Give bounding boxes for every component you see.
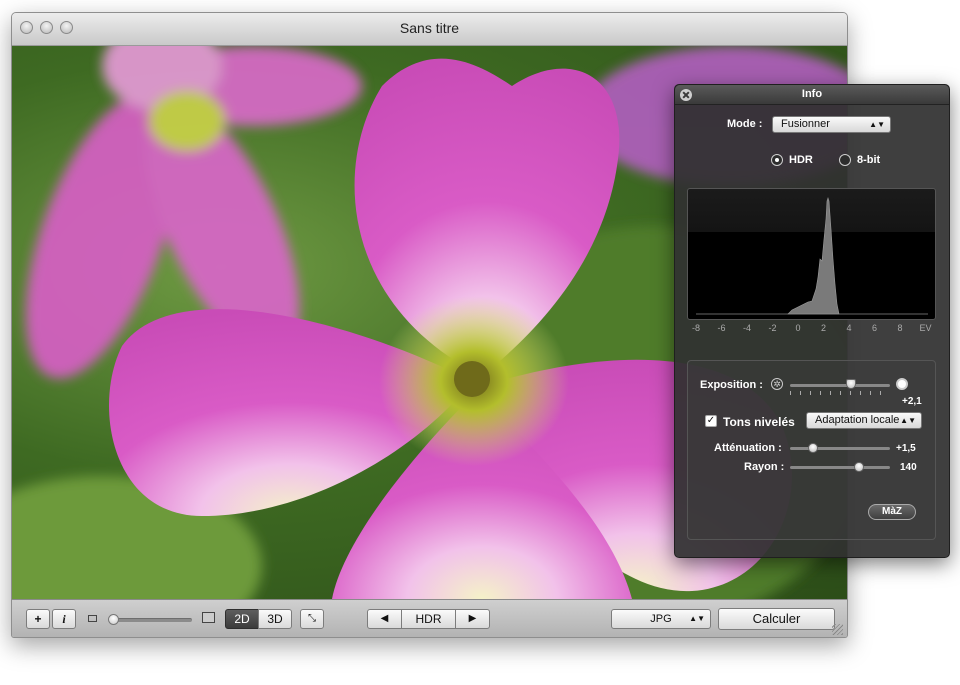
histogram-tick-label: 0 <box>795 323 801 333</box>
popup-arrows-icon: ▲▼ <box>900 416 916 425</box>
view-3d-button[interactable]: 3D <box>258 609 292 629</box>
radius-slider[interactable] <box>790 466 890 469</box>
popup-arrows-icon: ▲▼ <box>689 614 705 623</box>
histogram-tick-label: -8 <box>691 323 701 333</box>
title-bar[interactable]: Sans titre <box>12 13 847 46</box>
histogram: -8 -6 -4 -2 0 2 4 6 8 EV <box>687 188 936 333</box>
hdr-button[interactable]: HDR <box>401 609 456 629</box>
attenuation-value: +1,5 <box>896 443 916 454</box>
tonemap-checkbox[interactable]: ✓ <box>705 415 717 427</box>
exposure-slider-ticks <box>790 391 890 395</box>
zoom-slider-knob[interactable] <box>108 614 119 625</box>
attenuation-label: Atténuation : <box>714 442 782 454</box>
checkmark-icon: ✓ <box>706 415 716 426</box>
8bit-radio[interactable] <box>839 154 851 166</box>
attenuation-slider-knob[interactable] <box>808 443 818 453</box>
compute-button[interactable]: Calculer <box>718 608 835 630</box>
info-panel: Info Mode : Fusionner ▲▼ HDR 8-bit -8 -6-… <box>674 84 950 558</box>
histogram-tick-label: EV <box>919 323 932 333</box>
view-2d-button[interactable]: 2D <box>225 609 259 629</box>
tonemap-method-value: Adaptation locale <box>815 414 900 426</box>
mode-value: Fusionner <box>781 118 830 130</box>
tonemap-method-popup[interactable]: Adaptation locale ▲▼ <box>806 412 922 429</box>
radius-slider-knob[interactable] <box>854 462 864 472</box>
info-button[interactable]: i <box>52 609 76 629</box>
info-panel-title: Info <box>801 88 823 100</box>
next-button[interactable]: ▶ <box>455 609 490 629</box>
large-image-icon <box>202 612 215 623</box>
zoom-slider[interactable] <box>112 618 192 622</box>
adjustments-group: Exposition : ✲ +2,1 ✓ Tons nivelés Adapt… <box>687 360 936 540</box>
bottom-toolbar: + i 2D 3D ⤡ ◀ HDR ▶ JPG ▲▼ Calculer <box>12 599 847 637</box>
radius-value: 140 <box>900 462 917 473</box>
radius-label: Rayon : <box>744 461 785 473</box>
8bit-radio-label: 8-bit <box>857 154 881 166</box>
add-image-button[interactable]: + <box>26 609 50 629</box>
resize-grip[interactable] <box>832 624 843 635</box>
histogram-tick-label: -6 <box>717 323 726 333</box>
histogram-tick-label: 8 <box>897 323 903 333</box>
aperture-small-icon: ✲ <box>771 378 783 390</box>
format-value: JPG <box>650 613 672 625</box>
histogram-tick-label: 6 <box>871 323 878 333</box>
previous-button[interactable]: ◀ <box>367 609 402 629</box>
popup-arrows-icon: ▲▼ <box>869 120 885 129</box>
histogram-tick-label: 2 <box>820 323 827 333</box>
histogram-tick-label: -4 <box>742 323 752 333</box>
hdr-radio-label: HDR <box>789 154 813 166</box>
tonemap-label: Tons nivelés <box>723 415 795 429</box>
exposure-slider-knob[interactable] <box>846 379 856 389</box>
format-popup[interactable]: JPG ▲▼ <box>611 609 711 629</box>
aperture-large-icon <box>896 378 908 390</box>
exposure-value: +2,1 <box>902 396 922 407</box>
histogram-tick-label: 4 <box>846 323 852 333</box>
hdr-radio[interactable] <box>771 154 783 166</box>
mode-label: Mode : <box>727 118 763 130</box>
attenuation-slider[interactable] <box>790 447 890 450</box>
window-title: Sans titre <box>399 20 460 36</box>
reset-button[interactable]: MàZ <box>868 504 916 520</box>
exposure-slider[interactable] <box>790 384 890 387</box>
histogram-graph <box>696 197 928 315</box>
mode-popup[interactable]: Fusionner ▲▼ <box>772 116 891 133</box>
small-image-icon <box>88 615 97 622</box>
expand-arrows-icon: ⤡ <box>308 613 316 624</box>
histogram-tick-label: -2 <box>768 323 777 333</box>
fullscreen-button[interactable]: ⤡ <box>300 609 324 629</box>
exposure-label: Exposition : <box>700 379 763 391</box>
